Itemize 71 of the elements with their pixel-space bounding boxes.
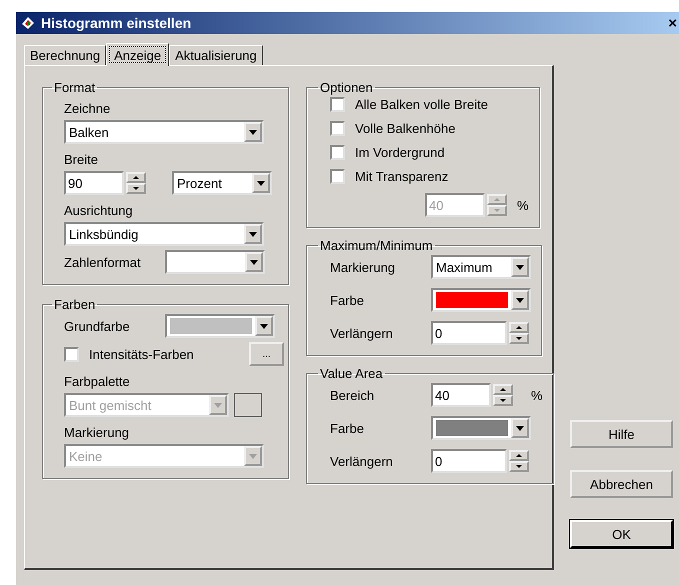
field-label: Farbe — [330, 420, 365, 436]
dropdown-arrow-icon — [249, 130, 257, 134]
dialog-button[interactable]: Hilfe — [570, 420, 673, 448]
group-title: Optionen — [319, 80, 374, 95]
spin-down-button[interactable] — [126, 183, 146, 194]
checkbox-label: Intensitäts-Farben — [89, 346, 194, 362]
checkbox-label: Volle Balkenhöhe — [355, 121, 456, 136]
checkbox-label: Im Vordergrund — [355, 145, 445, 160]
dropdown-arrow-icon — [516, 264, 524, 270]
dialog-button[interactable]: Abbrechen — [570, 470, 673, 498]
dropdown-arrow-icon — [249, 232, 257, 236]
tab[interactable]: Berechnung — [24, 45, 106, 65]
unit-label: % — [531, 388, 543, 402]
number-field[interactable]: 90 — [64, 171, 124, 195]
dropdown-arrow-icon — [249, 454, 257, 458]
field-label: Breite — [64, 151, 99, 167]
dropdown[interactable]: Maximum — [431, 255, 531, 279]
dropdown[interactable] — [165, 250, 265, 274]
field-label: Zahlenformat — [64, 254, 142, 270]
color-dropdown[interactable] — [431, 416, 531, 440]
field-label: Farbe — [330, 292, 365, 308]
field-label: Grundfarbe — [64, 318, 131, 334]
field-label: Verlängern — [330, 326, 394, 340]
dialog-button[interactable]: OK — [570, 520, 673, 548]
field-label: Verlängern — [330, 454, 394, 468]
dropdown-arrow-icon — [214, 402, 222, 408]
checkbox[interactable] — [64, 346, 79, 362]
dropdown[interactable]: Balken — [64, 120, 264, 144]
group-title: Maximum/Minimum — [319, 238, 434, 253]
number-field[interactable]: 0 — [431, 321, 507, 345]
spin-down-button[interactable] — [493, 395, 513, 406]
number-field[interactable]: 0 — [431, 449, 507, 473]
field-label: Markierung — [64, 424, 130, 440]
field-label: Bereich — [330, 388, 376, 402]
color-dropdown[interactable] — [431, 288, 531, 312]
dropdown-arrow-icon — [257, 180, 265, 186]
checkbox[interactable] — [330, 121, 345, 136]
field-label: Markierung — [330, 260, 396, 274]
checkbox[interactable] — [330, 145, 345, 160]
group-title: Format — [53, 80, 96, 95]
group-title: Farben — [53, 297, 96, 312]
field-label: Zeichne — [64, 100, 112, 116]
group-title: Value Area — [319, 366, 384, 381]
spin-up-button[interactable] — [126, 172, 146, 183]
checkbox-label: Mit Transparenz — [355, 169, 448, 184]
checkbox[interactable] — [330, 97, 345, 112]
spin-down-button[interactable] — [509, 461, 529, 472]
spin-down-button[interactable] — [509, 333, 529, 344]
window-title: Histogramm einstellen — [41, 15, 192, 31]
dropdown-arrow-icon — [250, 260, 258, 264]
dropdown-arrow-icon — [516, 298, 524, 302]
checkbox[interactable] — [330, 169, 345, 184]
dropdown[interactable]: Linksbündig — [64, 222, 264, 246]
app-icon — [20, 15, 36, 31]
tab[interactable]: Anzeige — [106, 43, 170, 66]
unit-label: % — [517, 198, 529, 212]
unit-dropdown[interactable]: Prozent — [172, 171, 272, 195]
field-label: Ausrichtung — [64, 202, 134, 218]
tab[interactable]: Aktualisierung — [169, 45, 263, 65]
checkbox-label: Alle Balken volle Breite — [355, 97, 488, 112]
dropdown-arrow-icon — [516, 426, 524, 430]
color-dropdown[interactable] — [165, 314, 275, 338]
spin-up-button[interactable] — [493, 384, 513, 395]
spin-up-button[interactable] — [509, 450, 529, 461]
more-button[interactable]: ... — [249, 342, 284, 366]
palette-preview — [234, 393, 262, 417]
number-field[interactable]: 40 — [431, 383, 491, 407]
close-button[interactable]: × — [668, 14, 679, 32]
field-label: Farbpalette — [64, 373, 131, 389]
dropdown-arrow-icon — [260, 324, 268, 328]
spin-up-button[interactable] — [509, 322, 529, 333]
